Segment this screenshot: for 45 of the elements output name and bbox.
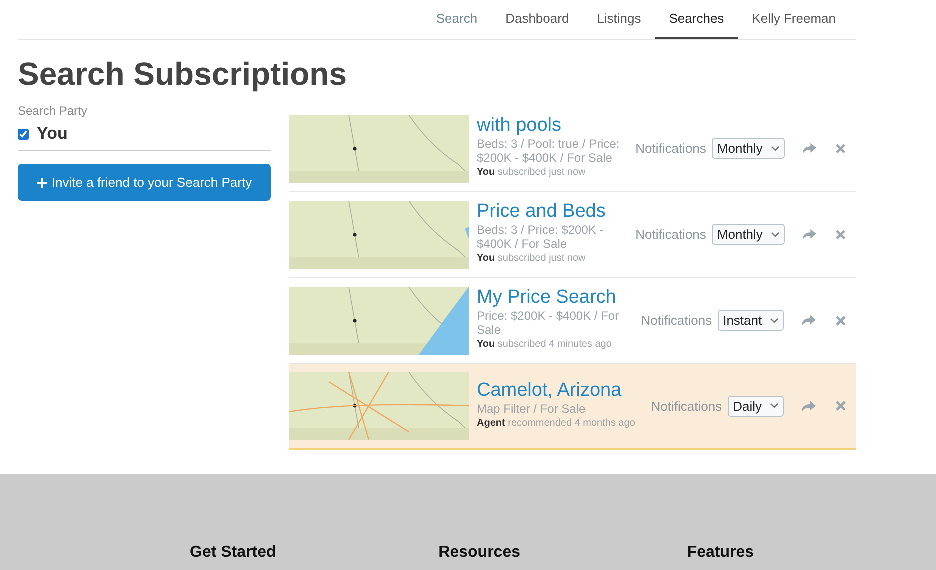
caret-icon bbox=[770, 403, 779, 409]
frequency-select[interactable]: Monthly bbox=[712, 224, 785, 245]
close-icon[interactable] bbox=[836, 144, 846, 154]
frequency-select[interactable]: Daily bbox=[728, 396, 784, 416]
notifications-label: Notifications bbox=[636, 227, 706, 242]
nav-tab[interactable]: Dashboard bbox=[492, 0, 584, 39]
footer-heading: Features bbox=[687, 544, 756, 562]
notifications-label: Notifications bbox=[636, 141, 706, 156]
close-icon[interactable] bbox=[836, 316, 846, 326]
invite-button[interactable]: Invite a friend to your Search Party bbox=[18, 164, 271, 201]
share-icon[interactable] bbox=[802, 400, 816, 412]
search-criteria: Beds: 3 / Pool: true / Price: $200K - $400K / For Sale bbox=[477, 137, 621, 165]
subscription-link[interactable]: Price and Beds bbox=[477, 201, 636, 223]
member-checkbox[interactable] bbox=[18, 128, 29, 140]
search-criteria: Price: $200K - $400K / For Sale bbox=[477, 309, 620, 337]
footer-heading: Resources bbox=[438, 544, 522, 562]
nav-tab[interactable]: Search bbox=[422, 0, 492, 39]
share-icon[interactable] bbox=[802, 143, 816, 154]
caret-icon bbox=[770, 232, 780, 238]
activity-text: Agent recommended 4 months ago bbox=[477, 418, 636, 428]
notifications-label: Notifications bbox=[651, 398, 722, 414]
close-icon[interactable] bbox=[836, 401, 846, 411]
subscription-link[interactable]: My Price Search bbox=[477, 287, 642, 309]
share-icon[interactable] bbox=[802, 229, 816, 240]
notifications-label: Notifications bbox=[641, 313, 712, 328]
search-criteria: Beds: 3 / Price: $200K - $400K / For Sale bbox=[477, 223, 605, 251]
search-criteria: Map Filter / For Sale bbox=[477, 402, 587, 416]
nav-tab[interactable]: Searches bbox=[655, 0, 738, 39]
member-name: You bbox=[37, 124, 68, 144]
caret-icon bbox=[770, 318, 780, 324]
plus-icon bbox=[36, 178, 47, 188]
frequency-select[interactable]: Monthly bbox=[712, 138, 785, 159]
caret-icon bbox=[770, 146, 780, 152]
share-icon[interactable] bbox=[802, 315, 816, 326]
activity-text: You subscribed just now bbox=[477, 167, 587, 178]
footer-heading: Get Started bbox=[190, 544, 278, 562]
frequency-select[interactable]: Instant bbox=[718, 310, 784, 331]
nav-tab[interactable]: Kelly Freeman bbox=[738, 0, 850, 39]
activity-text: You subscribed just now bbox=[477, 253, 587, 264]
subscription-link[interactable]: with pools bbox=[477, 115, 636, 137]
section-label: Search Party bbox=[18, 104, 88, 118]
page-title: Search Subscriptions bbox=[18, 55, 348, 94]
activity-text: You subscribed 4 minutes ago bbox=[477, 339, 613, 350]
close-icon[interactable] bbox=[836, 230, 846, 240]
nav-tab[interactable]: Listings bbox=[583, 0, 656, 39]
